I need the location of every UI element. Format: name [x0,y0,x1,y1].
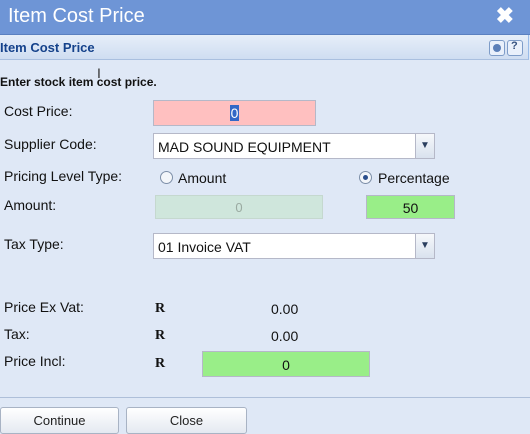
tax-type-value: 01 Invoice VAT [158,239,251,255]
chevron-down-icon[interactable]: ▼ [415,134,434,158]
price-incl-input[interactable]: 0 [202,351,370,377]
percentage-radio[interactable] [359,171,372,184]
supplier-code-value: MAD SOUND EQUIPMENT [158,139,331,155]
cost-price-label: Cost Price: [4,103,73,119]
percentage-input[interactable]: 50 [366,195,455,219]
amount-input: 0 [155,195,323,219]
amount-label: Amount: [4,197,57,213]
currency-symbol: R [155,328,166,343]
price-ex-vat-label: Price Ex Vat: [4,299,84,315]
chevron-down-icon[interactable]: ▼ [415,234,434,258]
percentage-radio-label: Percentage [378,170,450,186]
window-titlebar: Item Cost Price ✖ [0,0,530,35]
continue-button[interactable]: Continue [0,407,119,434]
pricing-level-type-label: Pricing Level Type: [4,168,123,184]
tax-type-label: Tax Type: [4,236,64,252]
price-ex-vat-value: 0.00 [271,301,299,317]
tax-value: 0.00 [271,328,299,344]
currency-symbol: R [155,356,166,371]
supplier-code-select[interactable]: MAD SOUND EQUIPMENT ▼ [153,133,435,159]
gear-icon[interactable] [489,40,505,56]
window-title: Item Cost Price [8,5,145,27]
item-cost-price-panel: Item Cost Price ? I Enter stock item cos… [0,35,530,434]
panel-header: Item Cost Price ? [0,35,529,60]
close-icon[interactable]: ✖ [496,3,514,29]
currency-symbol: R [155,301,166,316]
tax-type-select[interactable]: 01 Invoice VAT ▼ [153,233,435,259]
instruction-text: Enter stock item cost price. [0,75,157,89]
close-button[interactable]: Close [126,407,247,434]
cost-price-value: 0 [229,105,240,121]
price-incl-label: Price Incl: [4,353,66,369]
amount-radio-label: Amount [178,170,227,186]
amount-radio[interactable] [160,171,173,184]
footer-divider [0,397,530,398]
cost-price-input[interactable]: 0 [153,100,316,126]
help-icon[interactable]: ? [507,40,523,56]
panel-title: Item Cost Price [0,40,95,55]
tax-label: Tax: [4,326,30,342]
supplier-code-label: Supplier Code: [4,136,97,152]
